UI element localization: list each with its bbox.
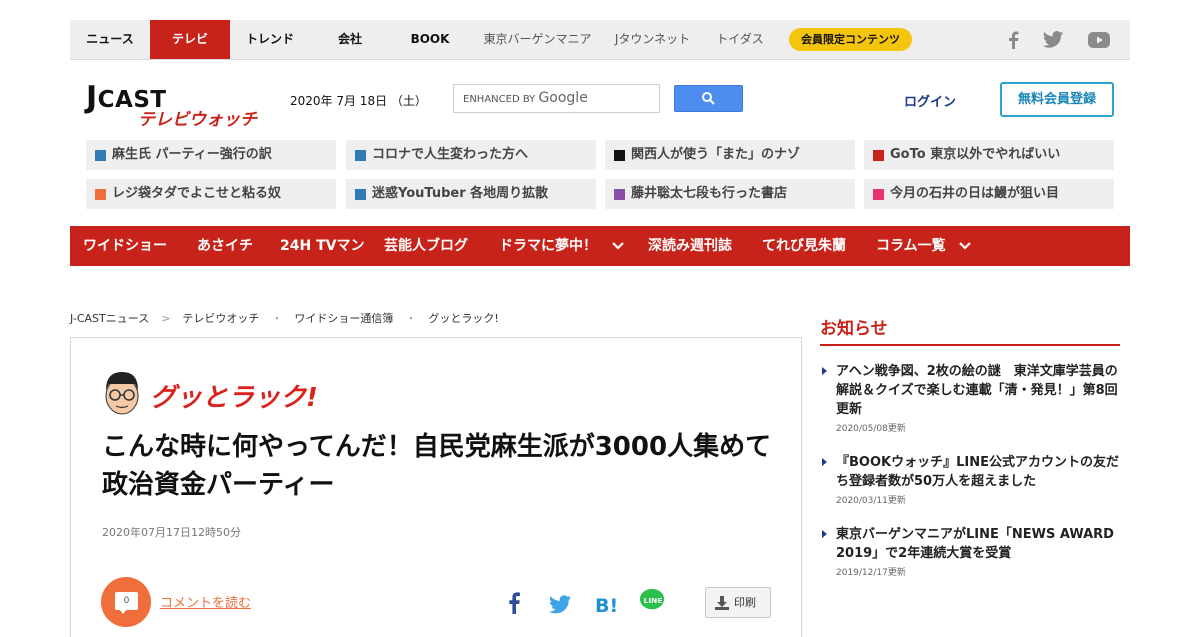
search-button[interactable]: [674, 85, 743, 112]
news-date: 2019/12/17更新: [836, 568, 906, 578]
breadcrumb-item[interactable]: テレビウオッチ: [182, 312, 259, 325]
svg-text:LINE: LINE: [644, 596, 663, 605]
trending-item[interactable]: 関西人が使う「また」のナゾ: [605, 140, 855, 170]
category-nav: ワイドショー あさイチ 24H TVマン 芸能人ブログ ドラマに夢中！ 深読み週…: [70, 226, 1130, 266]
news-date: 2020/03/11更新: [836, 496, 906, 506]
print-button[interactable]: 印刷: [705, 587, 771, 618]
trending-item[interactable]: レジ袋タダでよこせと粘る奴: [86, 179, 336, 209]
site-logo[interactable]: JCAST テレビウォッチ: [86, 80, 266, 130]
comment-link[interactable]: コメントを読む: [160, 592, 251, 611]
youtube-icon[interactable]: [1087, 30, 1111, 50]
chevron-down-icon[interactable]: [958, 240, 972, 252]
trending-item[interactable]: コロナで人生変わった方へ: [346, 140, 596, 170]
login-link[interactable]: ログイン: [904, 91, 956, 110]
breadcrumb-item[interactable]: グッとラック!: [428, 312, 498, 325]
catnav-drama[interactable]: ドラマに夢中！: [499, 226, 597, 266]
catnav-asaichi[interactable]: あさイチ: [197, 226, 253, 266]
trending-marker: [95, 189, 106, 200]
topnav-news[interactable]: ニュース: [70, 20, 150, 59]
trending-item[interactable]: 今月の石井の日は鰻が狙い目: [864, 179, 1114, 209]
breadcrumb-separator: >: [161, 312, 171, 325]
hatena-bookmark-icon[interactable]: B!: [594, 591, 618, 617]
line-share-icon[interactable]: LINE: [638, 587, 666, 613]
caret-right-icon: [822, 458, 827, 466]
catnav-blog[interactable]: 芸能人ブログ: [384, 226, 468, 266]
current-date: 2020年 7月 18日 （土）: [290, 94, 427, 108]
news-item[interactable]: 東京バーゲンマニアがLINE「NEWS AWARD 2019」で2年連続大賞を受…: [822, 525, 1122, 578]
sidebar-divider: [820, 344, 1120, 346]
print-icon: [715, 596, 729, 610]
chevron-down-icon[interactable]: [611, 240, 625, 252]
comment-bubble-icon: [119, 609, 127, 614]
search-enhanced-label: ENHANCED BY: [463, 94, 536, 105]
news-title: 『BOOKウォッチ』LINE公式アカウントの友だち登録者数が50万人を超えました: [836, 455, 1119, 489]
catnav-wideshow[interactable]: ワイドショー: [83, 226, 167, 266]
topnav-book[interactable]: BOOK: [390, 20, 470, 59]
print-label: 印刷: [734, 596, 756, 609]
catnav-columns[interactable]: コラム一覧: [876, 226, 946, 266]
topnav-toidasu[interactable]: トイダス: [705, 20, 775, 59]
sidebar-title: お知らせ: [820, 319, 888, 339]
trending-marker: [614, 150, 625, 161]
trending-marker: [614, 189, 625, 200]
comment-count: 0: [115, 592, 138, 610]
caret-right-icon: [822, 530, 827, 538]
article-date: 2020年07月17日12時50分: [102, 526, 241, 539]
member-content-button[interactable]: 会員限定コンテンツ: [789, 28, 912, 51]
breadcrumb-item[interactable]: J-CASTニュース: [70, 312, 149, 325]
facebook-share-icon[interactable]: [506, 590, 522, 616]
topnav-company[interactable]: 会社: [310, 20, 390, 59]
catnav-terebimi[interactable]: てれび見朱蘭: [762, 226, 846, 266]
twitter-share-icon[interactable]: [548, 592, 572, 618]
breadcrumb-item[interactable]: ワイドショー通信簿: [294, 312, 393, 325]
topnav-trend[interactable]: トレンド: [230, 20, 310, 59]
news-title: 東京バーゲンマニアがLINE「NEWS AWARD 2019」で2年連続大賞を受…: [836, 527, 1114, 561]
news-item[interactable]: アヘン戦争図、2枚の絵の謎 東洋文庫学芸員の解説＆クイズで楽しむ連載「清・発見！…: [822, 362, 1122, 434]
program-mascot-icon: [105, 372, 139, 415]
topnav-tv[interactable]: テレビ: [150, 20, 230, 59]
news-item[interactable]: 『BOOKウォッチ』LINE公式アカウントの友だち登録者数が50万人を超えました…: [822, 453, 1122, 506]
article-headline: こんな時に何やってんだ！自民党麻生派が3000人集めて政治資金パーティー: [102, 432, 772, 500]
comment-count-button[interactable]: 0: [101, 577, 151, 627]
topnav-bargain[interactable]: 東京バーゲンマニア: [475, 20, 600, 59]
trending-item[interactable]: 藤井聡太七段も行った書店: [605, 179, 855, 209]
trending-marker: [95, 150, 106, 161]
logo-subtitle: テレビウォッチ: [138, 110, 257, 130]
breadcrumb: J-CASTニュース > テレビウオッチ・ワイドショー通信簿・グッとラック!: [70, 310, 499, 326]
svg-text:B!: B!: [595, 595, 618, 617]
top-nav: ニュース テレビ トレンド 会社 BOOK 東京バーゲンマニア Jタウンネット …: [70, 20, 1130, 60]
catnav-weekly[interactable]: 深読み週刊誌: [648, 226, 732, 266]
trending-marker: [355, 189, 366, 200]
trending-marker: [355, 150, 366, 161]
breadcrumb-separator: ・: [271, 312, 283, 325]
facebook-icon[interactable]: [1004, 30, 1024, 50]
trending-item[interactable]: 迷惑YouTuber 各地周り拡散: [346, 179, 596, 209]
program-name: グッとラック!: [150, 383, 318, 413]
register-button[interactable]: 無料会員登録: [1000, 82, 1114, 117]
catnav-24htv[interactable]: 24H TVマン: [280, 226, 364, 266]
search-icon: [702, 92, 715, 105]
trending-item[interactable]: 麻生氏 パーティー強行の訳: [86, 140, 336, 170]
twitter-icon[interactable]: [1042, 30, 1064, 50]
news-date: 2020/05/08更新: [836, 424, 906, 434]
search-google-label: Google: [538, 90, 588, 106]
trending-marker: [873, 150, 884, 161]
news-title: アヘン戦争図、2枚の絵の謎 東洋文庫学芸員の解説＆クイズで楽しむ連載「清・発見！…: [836, 364, 1118, 417]
trending-item[interactable]: GoTo 東京以外でやればいい: [864, 140, 1114, 170]
breadcrumb-separator: ・: [405, 312, 417, 325]
topnav-jtown[interactable]: Jタウンネット: [605, 20, 700, 59]
caret-right-icon: [822, 367, 827, 375]
search-input[interactable]: ENHANCED BY Google: [453, 84, 660, 113]
trending-marker: [873, 189, 884, 200]
